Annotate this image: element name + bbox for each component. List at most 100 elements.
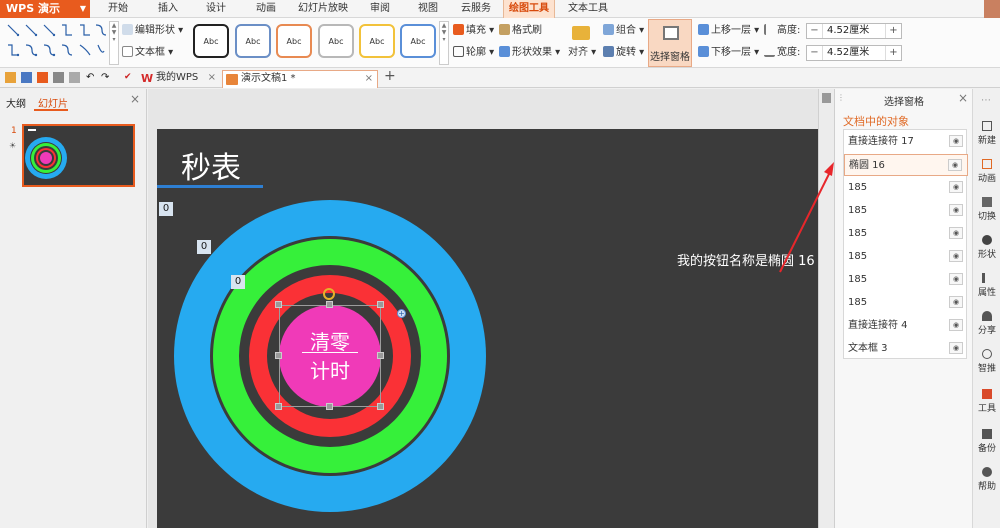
list-item[interactable]: 直接连接符 4 ◉ (844, 315, 968, 337)
rb-smart[interactable]: 智推 (973, 349, 1000, 374)
close-icon[interactable]: × (208, 70, 216, 86)
counter-outer[interactable]: 0 (159, 202, 173, 216)
resize-handle-bottom-left[interactable] (275, 403, 282, 410)
rb-transition[interactable]: 切换 (973, 197, 1000, 222)
tab-drawing-tools[interactable]: 绘图工具 (503, 0, 555, 18)
scroll-up-icon[interactable] (822, 93, 831, 103)
visibility-eye-icon[interactable]: ◉ (949, 273, 963, 285)
rb-backup[interactable]: 备份 (973, 429, 1000, 454)
tab-view[interactable]: 视图 (410, 0, 446, 18)
tab-animation[interactable]: 动画 (248, 0, 284, 18)
close-icon[interactable]: × (958, 91, 968, 105)
tab-outline[interactable]: 大纲 (6, 95, 26, 110)
close-icon[interactable]: × (365, 71, 373, 87)
width-input[interactable]: 4.52厘米 (827, 46, 869, 60)
visibility-eye-icon[interactable]: ◉ (949, 296, 963, 308)
send-backward-button[interactable]: 下移一层 ▾ (698, 46, 759, 60)
counter-middle[interactable]: 0 (197, 240, 211, 254)
edit-shape-button[interactable]: 编辑形状 ▾ (122, 24, 183, 38)
tab-text-tools[interactable]: 文本工具 (562, 0, 614, 18)
visibility-eye-icon[interactable]: ◉ (949, 204, 963, 216)
list-item[interactable]: 185 ◉ (844, 269, 968, 291)
connector-gallery[interactable] (4, 21, 108, 65)
rotate-handle-icon[interactable] (323, 288, 335, 300)
style-preset-3[interactable]: Abc (276, 24, 312, 58)
bring-forward-button[interactable]: 上移一层 ▾ (698, 24, 759, 38)
visibility-eye-icon[interactable]: ◉ (949, 227, 963, 239)
resize-handle-top-left[interactable] (275, 301, 282, 308)
list-item[interactable]: 185 ◉ (844, 177, 968, 199)
rb-tools[interactable]: 工具 (973, 389, 1000, 414)
rb-share[interactable]: 分享 (973, 311, 1000, 336)
tab-slides[interactable]: 幻灯片 (38, 95, 68, 110)
format-painter-button[interactable]: 格式刷 (499, 24, 542, 38)
visibility-eye-icon[interactable]: ◉ (949, 250, 963, 262)
resize-handle-bottom[interactable] (326, 403, 333, 410)
counter-inner[interactable]: 0 (231, 275, 245, 289)
tab-slideshow[interactable]: 幻灯片放映 (293, 0, 353, 18)
height-input[interactable]: 4.52厘米 (827, 24, 869, 38)
text-box-button[interactable]: 文本框 ▾ (122, 46, 173, 60)
add-effect-icon[interactable]: + (397, 309, 406, 318)
group-button[interactable]: 组合 ▾ (603, 24, 644, 38)
style-preset-2[interactable]: Abc (235, 24, 271, 58)
height-decrease-button[interactable]: − (807, 24, 823, 38)
resize-handle-bottom-right[interactable] (377, 403, 384, 410)
rb-help[interactable]: 帮助 (973, 467, 1000, 492)
tab-insert[interactable]: 插入 (150, 0, 186, 18)
undo-icon[interactable]: ↶ (86, 72, 97, 83)
rb-animation[interactable]: 动画 (973, 159, 1000, 184)
width-stepper[interactable]: − 4.52厘米 + (806, 45, 902, 61)
width-increase-button[interactable]: + (885, 46, 901, 60)
rb-new[interactable]: 新建 (973, 121, 1000, 146)
close-icon[interactable]: × (130, 92, 140, 106)
outline-button[interactable]: 轮廓 ▾ (453, 46, 494, 60)
list-item[interactable]: 185 ◉ (844, 292, 968, 314)
resize-handle-top[interactable] (326, 301, 333, 308)
resize-handle-top-right[interactable] (377, 301, 384, 308)
export-pdf-icon[interactable] (37, 72, 48, 83)
shape-effects-button[interactable]: 形状效果 ▾ (499, 46, 560, 60)
style-preset-5[interactable]: Abc (359, 24, 395, 58)
visibility-eye-icon[interactable]: ◉ (949, 135, 963, 147)
open-folder-icon[interactable] (5, 72, 16, 83)
list-item[interactable]: 文本框 3 ◉ (844, 338, 968, 360)
height-increase-button[interactable]: + (885, 24, 901, 38)
pin-icon[interactable]: ✔ (124, 72, 135, 83)
slide[interactable]: 秒表 清零 计时 0 0 0 + 我的按钮名称是椭圆 16 (157, 129, 818, 528)
tab-review[interactable]: 审阅 (362, 0, 398, 18)
app-menu-button[interactable]: WPS 演示 ▼ (0, 0, 90, 18)
window-control-button[interactable] (984, 0, 1000, 18)
width-decrease-button[interactable]: − (807, 46, 823, 60)
more-icon[interactable]: ⋯ (981, 95, 991, 106)
list-item[interactable]: 185 ◉ (844, 223, 968, 245)
visibility-eye-icon[interactable]: ◉ (949, 342, 963, 354)
selection-pane-button[interactable]: 选择窗格 (648, 19, 692, 67)
list-item[interactable]: 185 ◉ (844, 200, 968, 222)
fill-button[interactable]: 填充 ▾ (453, 24, 494, 38)
tab-design[interactable]: 设计 (198, 0, 234, 18)
slide-thumbnail[interactable] (22, 124, 135, 187)
height-stepper[interactable]: − 4.52厘米 + (806, 23, 902, 39)
visibility-eye-icon[interactable]: ◉ (948, 159, 962, 171)
preview-icon[interactable] (69, 72, 80, 83)
style-preset-1[interactable]: Abc (193, 24, 229, 58)
slide-title[interactable]: 秒表 (181, 143, 241, 187)
new-tab-button[interactable]: + (384, 68, 396, 84)
style-preset-4[interactable]: Abc (318, 24, 354, 58)
redo-icon[interactable]: ↷ (101, 72, 112, 83)
tab-cloud[interactable]: 云服务 (452, 0, 500, 18)
visibility-eye-icon[interactable]: ◉ (949, 319, 963, 331)
visibility-eye-icon[interactable]: ◉ (949, 181, 963, 193)
list-item[interactable]: 185 ◉ (844, 246, 968, 268)
tab-my-wps[interactable]: W 我的WPS × (138, 70, 220, 88)
rotate-button[interactable]: 旋转 ▾ (603, 46, 644, 60)
style-preset-6[interactable]: Abc (400, 24, 436, 58)
list-item[interactable]: 椭圆 16 ◉ (844, 154, 968, 176)
style-gallery-scroll[interactable]: ▲ ▼ ▾ (439, 21, 449, 65)
gallery-scroll[interactable]: ▲ ▼ ▾ (109, 21, 119, 65)
align-button[interactable]: 对齐 ▾ (568, 46, 596, 60)
tab-home[interactable]: 开始 (100, 0, 136, 18)
save-icon[interactable] (21, 72, 32, 83)
resize-handle-left[interactable] (275, 352, 282, 359)
